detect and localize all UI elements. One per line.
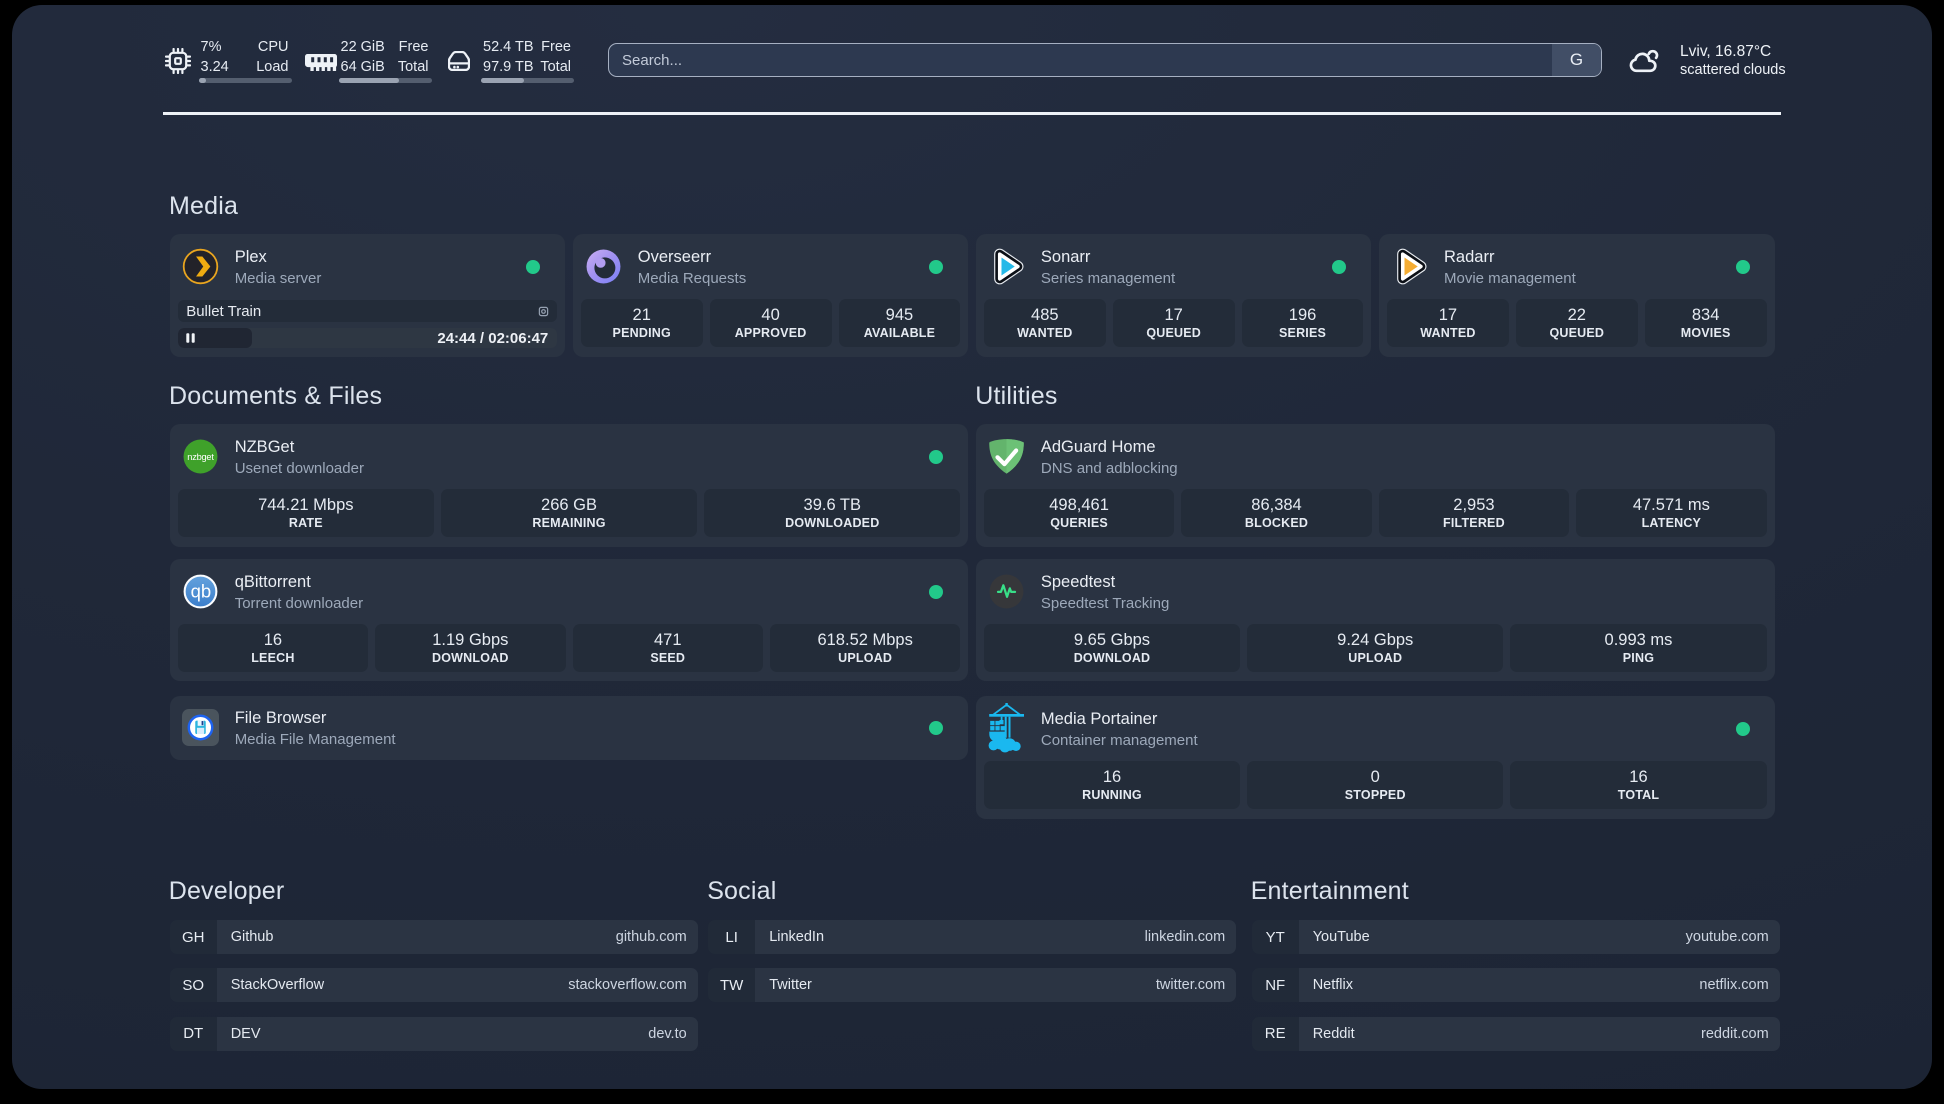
svg-text:qb: qb xyxy=(190,580,211,601)
svg-text:nzbget: nzbget xyxy=(187,452,214,462)
